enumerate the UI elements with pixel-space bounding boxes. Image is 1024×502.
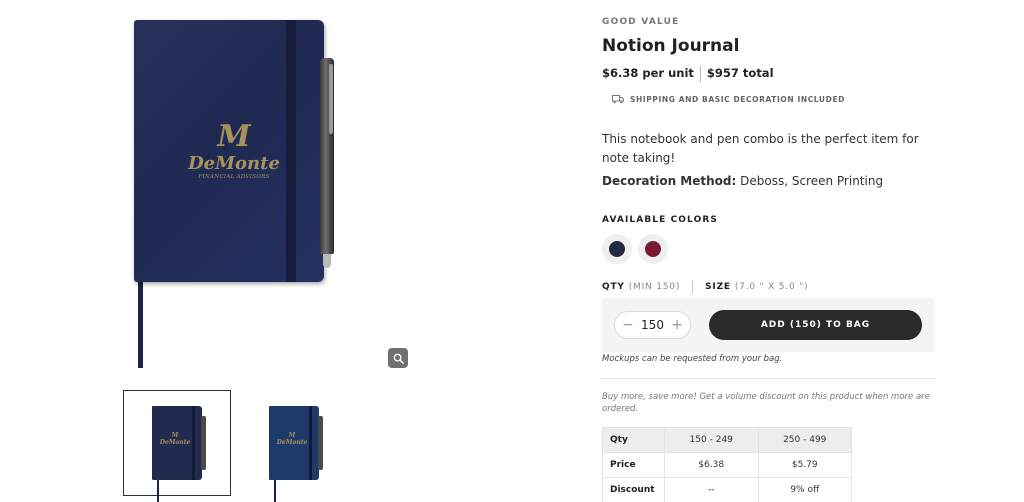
zoom-button[interactable] <box>388 348 408 368</box>
add-to-bag-button[interactable]: ADD (150) TO BAG <box>709 310 922 340</box>
thumb-band <box>309 406 312 480</box>
thumb-pen <box>201 416 206 470</box>
thumb-logo-wordmark: DeMonte <box>159 439 191 446</box>
price-divider <box>699 66 701 82</box>
table-row: Qty 150 - 249 250 - 499 <box>602 427 852 453</box>
table-cell: 9% off <box>757 477 852 502</box>
unit-price: $6.38 per unit <box>602 66 694 80</box>
decoration-label: Decoration Method: <box>602 174 737 188</box>
thumb-pen <box>318 416 323 470</box>
product-eyebrow: GOOD VALUE <box>602 17 680 27</box>
logo-monogram: M <box>217 119 251 154</box>
size-value: (7.0 " X 5.0 ") <box>734 282 809 292</box>
qty-size-divider <box>692 280 694 294</box>
table-cell: 150 - 249 <box>664 427 759 453</box>
swatch-dot <box>609 241 625 257</box>
table-row: Price $6.38 $5.79 <box>602 452 852 478</box>
main-product-image[interactable]: M DeMonte FINANCIAL ADVISORS <box>120 10 420 370</box>
thumbnail-blue[interactable]: M DeMonte <box>240 390 348 502</box>
qty-size-row: QTY (MIN 150) SIZE (7.0 " X 5.0 ") <box>602 280 808 294</box>
product-description: This notebook and pen combo is the perfe… <box>602 132 919 165</box>
thumb-ribbon <box>157 480 159 502</box>
thumb-logo: M DeMonte <box>275 432 309 446</box>
pen-clip <box>329 64 333 134</box>
mockup-note: Mockups can be requested from your bag. <box>602 354 783 364</box>
logo-wordmark: DeMonte <box>188 153 280 174</box>
thumbnail-image: M DeMonte <box>152 406 206 502</box>
row-header: Discount <box>602 477 665 502</box>
thumbnail-image: M DeMonte <box>269 406 323 502</box>
table-cell: $6.38 <box>664 452 759 478</box>
logo-tagline: FINANCIAL ADVISORS <box>198 174 270 180</box>
thumb-band <box>192 406 195 480</box>
product-title: Notion Journal <box>602 36 740 56</box>
thumb-logo: M DeMonte <box>158 432 192 446</box>
quantity-stepper[interactable]: − 150 + <box>614 311 691 339</box>
decoration-method: Decoration Method: Deboss, Screen Printi… <box>602 174 883 188</box>
size-label: SIZE <box>705 282 731 292</box>
table-cell: 250 - 499 <box>757 427 852 453</box>
thumb-logo-monogram: M <box>288 432 296 439</box>
decrement-button[interactable]: − <box>622 318 634 332</box>
total-price: $957 total <box>706 66 774 80</box>
shipping-note-text: SHIPPING AND BASIC DECORATION INCLUDED <box>630 95 845 104</box>
quantity-value[interactable]: 150 <box>641 318 664 332</box>
color-swatch-burgundy[interactable] <box>638 234 668 264</box>
table-cell: $5.79 <box>757 452 852 478</box>
bookmark-ribbon <box>138 282 143 368</box>
thumbnail-navy[interactable]: M DeMonte <box>123 390 231 502</box>
magnifier-icon <box>393 353 404 364</box>
decoration-value: Deboss, Screen Printing <box>740 174 884 188</box>
pen-tip <box>323 254 331 268</box>
add-to-bag-panel: − 150 + ADD (150) TO BAG <box>602 298 934 352</box>
volume-pricing-table: Qty 150 - 249 250 - 499 Price $6.38 $5.7… <box>602 427 852 502</box>
truck-icon <box>612 95 624 104</box>
qty-label: QTY <box>602 282 625 292</box>
available-colors-label: AVAILABLE COLORS <box>602 215 718 225</box>
price-row: $6.38 per unit $957 total <box>602 66 774 82</box>
thumb-logo-monogram: M <box>171 432 179 439</box>
volume-discount-note: Buy more, save more! Get a volume discou… <box>602 392 930 414</box>
table-row: Discount -- 9% off <box>602 477 852 502</box>
pen <box>320 58 334 268</box>
notebook-cover: M DeMonte FINANCIAL ADVISORS <box>134 20 324 282</box>
shipping-note: SHIPPING AND BASIC DECORATION INCLUDED <box>612 95 845 104</box>
table-cell: -- <box>664 477 759 502</box>
row-header: Price <box>602 452 665 478</box>
color-swatch-navy[interactable] <box>602 234 632 264</box>
imprint-logo: M DeMonte FINANCIAL ADVISORS <box>174 119 294 181</box>
elastic-band <box>286 20 296 282</box>
thumb-logo-wordmark: DeMonte <box>276 439 308 446</box>
thumb-ribbon <box>274 480 276 502</box>
qty-min: (MIN 150) <box>628 282 681 292</box>
swatch-dot <box>645 241 661 257</box>
divider <box>602 378 934 379</box>
increment-button[interactable]: + <box>671 318 683 332</box>
row-header: Qty <box>602 427 665 453</box>
